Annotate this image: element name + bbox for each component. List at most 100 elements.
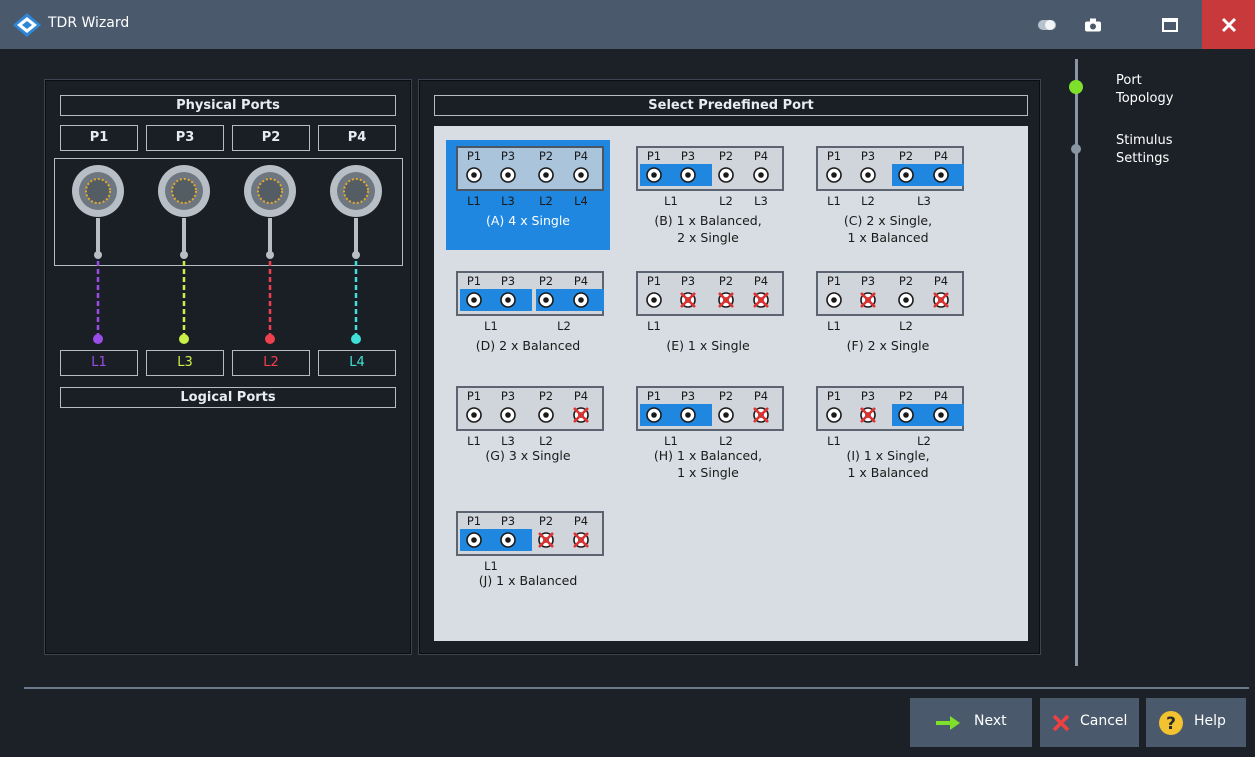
port-label: P2 bbox=[718, 149, 734, 163]
port-connector bbox=[680, 407, 696, 423]
topology-option-a[interactable]: P1 P3 P2 P4 L1 L3 L2 L4 (A) 4 x Single bbox=[446, 140, 610, 250]
topology-option-d[interactable]: P1 P3 P2 P4 L1 L2 (D) 2 x Balanced bbox=[446, 265, 610, 375]
port-connector-icon bbox=[466, 407, 482, 423]
port-connector-icon bbox=[573, 292, 589, 308]
topology-figure: P1 P3 P2 P4 bbox=[816, 386, 964, 431]
port-connector bbox=[646, 167, 662, 183]
port-connector bbox=[466, 292, 482, 308]
logical-port-l4: L4 bbox=[318, 350, 396, 376]
port-connector bbox=[753, 167, 769, 183]
port-label: P1 bbox=[646, 389, 662, 403]
step-label: Port bbox=[1116, 73, 1142, 88]
port-connector-icon bbox=[898, 407, 914, 423]
topology-options-grid: P1 P3 P2 P4 L1 L3 L2 L4 (A) 4 x Single P1 P3 P2 P4 L1… bbox=[434, 126, 1028, 641]
logical-port-label: L4 bbox=[574, 194, 588, 208]
topology-option-i[interactable]: P1 P3 P2 P4 L1 L2 (I) 1 x Single, 1 x Balanced bbox=[806, 380, 970, 490]
port-disabled-icon bbox=[573, 532, 589, 548]
port-connector-icon bbox=[500, 167, 516, 183]
port-disabled-icon bbox=[573, 407, 589, 423]
port-connector bbox=[466, 167, 482, 183]
screenshot-button[interactable] bbox=[1070, 0, 1116, 49]
port-connector bbox=[860, 292, 876, 308]
step-port-topology[interactable]: Port Topology bbox=[1068, 71, 1178, 115]
topology-option-g[interactable]: P1 P3 P2 P4 L1 L3 L2 (G) 3 x Single bbox=[446, 380, 610, 490]
port-label: P4 bbox=[753, 149, 769, 163]
topology-option-label: (A) 4 x Single bbox=[485, 213, 570, 228]
logical-port-label: L1 bbox=[827, 319, 841, 333]
topology-option-label: (J) 1 x Balanced bbox=[478, 573, 578, 588]
port-label: P3 bbox=[500, 389, 516, 403]
port-connector bbox=[646, 292, 662, 308]
connector-p2-icon bbox=[244, 165, 296, 259]
topology-option-label: (B) 1 x Balanced, bbox=[654, 213, 762, 228]
topology-option-e[interactable]: P1 P3 P2 P4 L1 (E) 1 x Single bbox=[626, 265, 790, 375]
port-connector-icon bbox=[646, 292, 662, 308]
port-connector bbox=[500, 167, 516, 183]
cancel-label: Cancel bbox=[1080, 713, 1128, 729]
port-connector-icon bbox=[898, 292, 914, 308]
topology-option-label: 1 x Single bbox=[677, 465, 739, 480]
topology-option-label: (I) 1 x Single, bbox=[846, 448, 930, 463]
port-connector-icon bbox=[466, 532, 482, 548]
help-button[interactable]: ? Help bbox=[1146, 698, 1246, 747]
port-connector bbox=[500, 292, 516, 308]
port-label: P1 bbox=[466, 149, 482, 163]
port-connector bbox=[500, 532, 516, 548]
topology-option-h[interactable]: P1 P3 P2 P4 L1 L2 (H) 1 x Balanced, 1 x Single bbox=[626, 380, 790, 490]
footer-separator bbox=[24, 687, 1249, 689]
logical-port-label: L2 bbox=[861, 194, 875, 208]
port-connector-icon bbox=[718, 407, 734, 423]
topology-option-b[interactable]: P1 P3 P2 P4 L1 L2 L3 (B) 1 x Balanced, 2 x Singl… bbox=[626, 140, 790, 250]
port-connector bbox=[933, 292, 949, 308]
port-connector bbox=[538, 167, 554, 183]
step-label: Settings bbox=[1116, 151, 1170, 166]
topology-option-label: 1 x Balanced bbox=[847, 230, 929, 245]
topology-option-label: (E) 1 x Single bbox=[666, 338, 750, 353]
port-connector bbox=[466, 407, 482, 423]
port-connector-icon bbox=[646, 407, 662, 423]
close-icon bbox=[1221, 17, 1236, 32]
topology-figure: P1 P3 P2 P4 bbox=[456, 386, 604, 431]
logical-port-label: L1 bbox=[827, 194, 841, 208]
port-label: P3 bbox=[680, 149, 696, 163]
port-label: P1 bbox=[466, 274, 482, 288]
port-label: P2 bbox=[898, 389, 914, 403]
theme-toggle-button[interactable] bbox=[1024, 0, 1070, 49]
connector-p1-icon bbox=[72, 165, 124, 259]
topology-option-f[interactable]: P1 P3 P2 P4 L1 L2 (F) 2 x Single bbox=[806, 265, 970, 375]
port-connector-icon bbox=[933, 407, 949, 423]
connector-p4-icon bbox=[330, 165, 382, 259]
logical-port-label: L1 bbox=[484, 559, 498, 573]
logical-port-label: L2 bbox=[719, 434, 733, 448]
step-stimulus-settings[interactable]: Stimulus Settings bbox=[1068, 133, 1178, 177]
port-connector bbox=[826, 167, 842, 183]
port-disabled-icon bbox=[860, 292, 876, 308]
logical-port-label: L3 bbox=[501, 434, 515, 448]
step-dot-icon bbox=[1071, 144, 1081, 154]
port-connector bbox=[860, 407, 876, 423]
port-label: P2 bbox=[898, 274, 914, 288]
next-button[interactable]: Next bbox=[910, 698, 1032, 747]
close-button[interactable] bbox=[1202, 0, 1255, 49]
logical-port-label: L3 bbox=[501, 194, 515, 208]
port-connector bbox=[680, 167, 696, 183]
port-connector-icon bbox=[500, 532, 516, 548]
logical-port-label: L1 bbox=[467, 434, 481, 448]
logical-port-l1: L1 bbox=[60, 350, 138, 376]
topology-option-c[interactable]: P1 P3 P2 P4 L1 L2 L3 (C) 2 x Single, 1 x Balance… bbox=[806, 140, 970, 250]
mapping-endpoint-dot bbox=[93, 334, 103, 344]
port-mapping-diagram bbox=[72, 165, 382, 344]
logical-port-label: L1 bbox=[664, 194, 678, 208]
svg-text:?: ? bbox=[1166, 714, 1176, 734]
port-connector-icon bbox=[573, 167, 589, 183]
cancel-button[interactable]: Cancel bbox=[1040, 698, 1139, 747]
maximize-button[interactable] bbox=[1147, 0, 1193, 49]
port-connector bbox=[753, 407, 769, 423]
port-label: P4 bbox=[933, 389, 949, 403]
port-connector-icon bbox=[680, 167, 696, 183]
port-connector bbox=[573, 167, 589, 183]
logical-port-label: L2 bbox=[557, 319, 571, 333]
port-disabled-icon bbox=[753, 292, 769, 308]
topology-option-j[interactable]: P1 P3 P2 P4 L1 (J) 1 x Balanced bbox=[446, 505, 610, 615]
logical-port-label: L3 bbox=[917, 194, 931, 208]
